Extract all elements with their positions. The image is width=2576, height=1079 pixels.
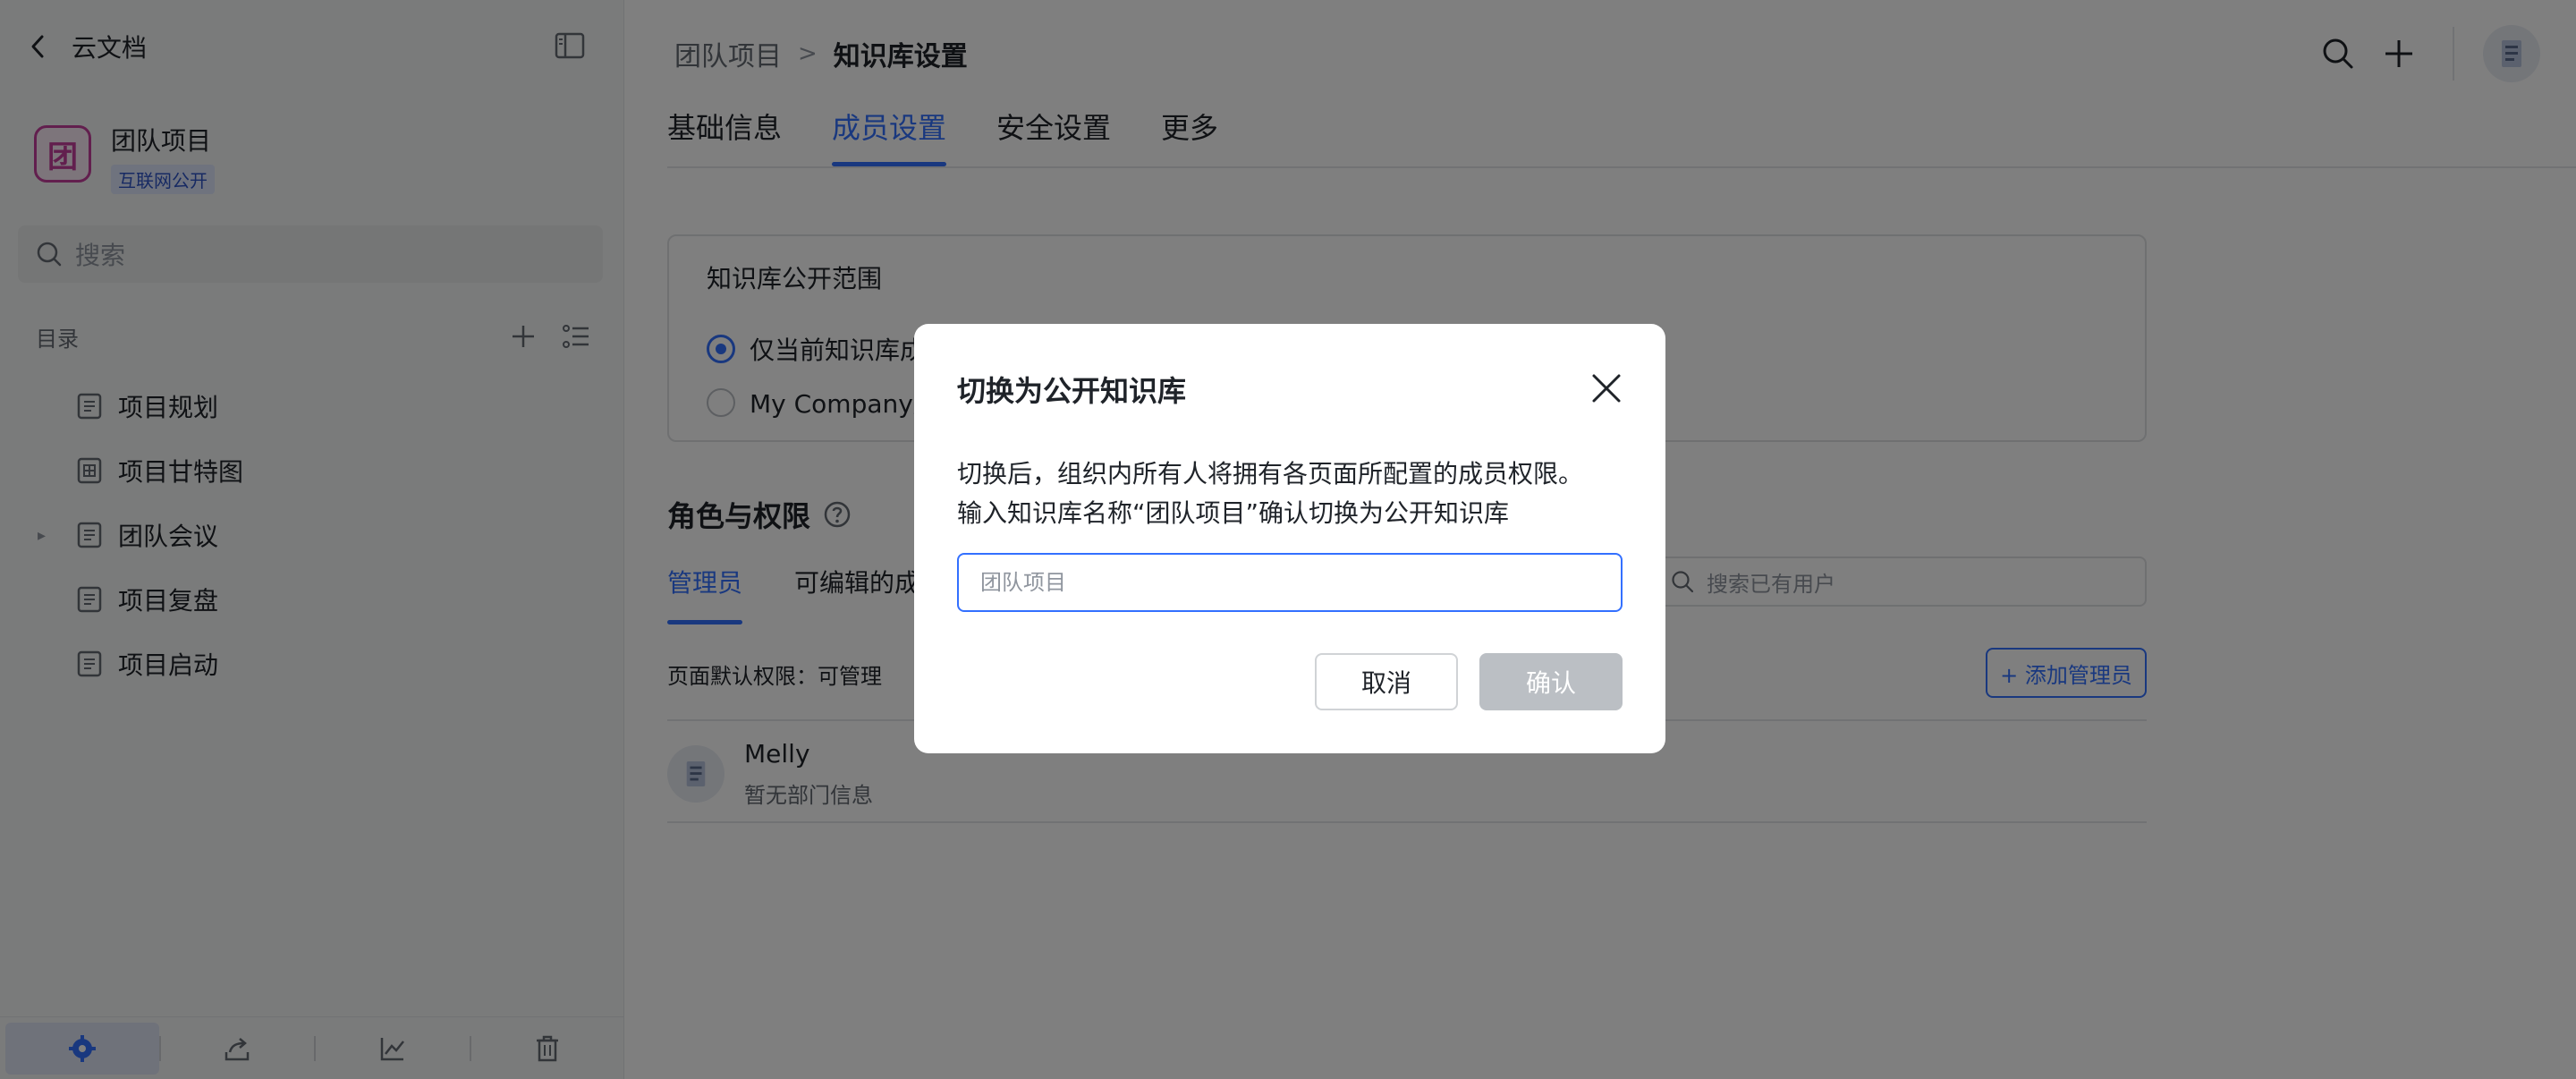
switch-public-dialog: 切换为公开知识库 切换后，组织内所有人将拥有各页面所配置的成员权限。 输入知识库…	[914, 324, 1665, 753]
dialog-instruction: 输入知识库名称“团队项目”确认切换为公开知识库	[957, 498, 1510, 528]
dialog-description: 切换后，组织内所有人将拥有各页面所配置的成员权限。	[957, 459, 1584, 489]
confirm-button[interactable]: 确认	[1479, 653, 1623, 710]
cancel-button[interactable]: 取消	[1315, 653, 1458, 710]
close-icon[interactable]	[1589, 370, 1624, 406]
dialog-title: 切换为公开知识库	[957, 374, 1187, 408]
app-window: 云文档 团 团队项目 互联网公开 搜索 目录 项目规划	[0, 0, 2576, 1079]
confirm-name-input[interactable]	[957, 553, 1623, 612]
